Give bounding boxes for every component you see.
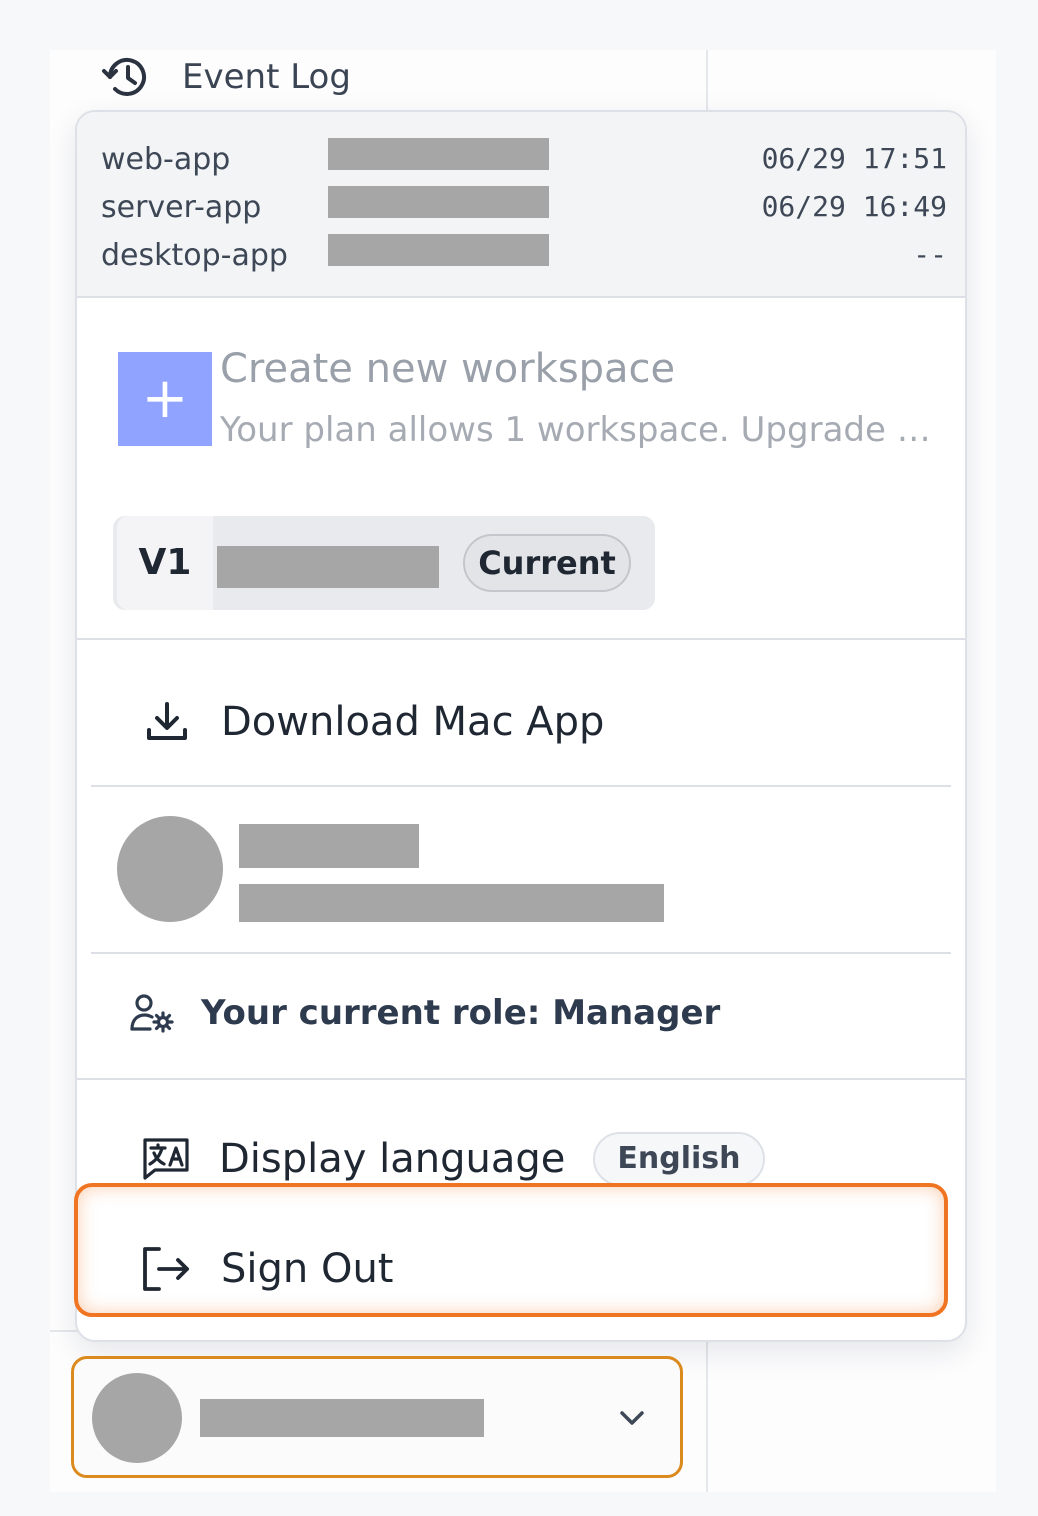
- chevron-right-icon: [965, 1143, 967, 1175]
- app-timestamp: 06/29 16:49: [761, 190, 947, 223]
- sign-out-item[interactable]: Sign Out: [77, 1240, 965, 1298]
- user-switcher-button[interactable]: [71, 1356, 683, 1478]
- sign-out-icon: [141, 1245, 191, 1293]
- redacted-user-name: [200, 1399, 484, 1437]
- redacted-workspace-name: [217, 546, 439, 588]
- redacted-value: [328, 234, 549, 266]
- divider: [91, 952, 951, 954]
- language-badge: English: [593, 1132, 765, 1186]
- divider: [77, 1078, 965, 1080]
- divider: [77, 638, 965, 640]
- avatar: [117, 816, 223, 922]
- avatar: [92, 1373, 182, 1463]
- chevron-down-icon: [618, 1409, 646, 1427]
- display-language-item[interactable]: Display language English: [77, 1128, 967, 1190]
- sign-out-label: Sign Out: [221, 1246, 394, 1292]
- app-row: web-app 06/29 17:51: [77, 138, 965, 184]
- current-badge: Current: [463, 534, 631, 592]
- app-name: web-app: [101, 142, 231, 177]
- event-log-label: Event Log: [182, 57, 351, 97]
- workspace-version-chip[interactable]: V1 Current: [113, 516, 655, 610]
- download-mac-app-item[interactable]: Download Mac App: [77, 686, 965, 758]
- create-workspace-item[interactable]: + Create new workspace Your plan allows …: [77, 298, 965, 498]
- app-timestamp: --: [913, 238, 947, 271]
- app-status-list: web-app 06/29 17:51 server-app 06/29 16:…: [77, 112, 965, 298]
- redacted-user-name: [239, 824, 419, 868]
- create-workspace-subtitle: Your plan allows 1 workspace. Upgrade yo…: [220, 410, 950, 450]
- redacted-user-email: [239, 884, 664, 922]
- translate-icon: [141, 1136, 191, 1182]
- app-row: desktop-app --: [77, 234, 965, 280]
- version-tag: V1: [117, 516, 213, 610]
- user-settings-icon: [129, 992, 175, 1034]
- current-role-label: Your current role: Manager: [201, 993, 721, 1033]
- account-menu-popover: web-app 06/29 17:51 server-app 06/29 16:…: [75, 110, 967, 1342]
- event-log-link[interactable]: Event Log: [100, 50, 351, 104]
- create-workspace-title: Create new workspace: [220, 346, 676, 392]
- app-timestamp: 06/29 17:51: [761, 142, 947, 175]
- app-name: desktop-app: [101, 238, 288, 273]
- download-icon: [145, 700, 189, 744]
- display-language-label: Display language: [219, 1136, 566, 1182]
- divider: [91, 785, 951, 787]
- redacted-value: [328, 186, 549, 218]
- plus-icon: +: [118, 352, 212, 446]
- history-icon: [100, 52, 154, 102]
- app-row: server-app 06/29 16:49: [77, 186, 965, 232]
- current-role-item: Your current role: Manager: [77, 984, 965, 1042]
- app-name: server-app: [101, 190, 262, 225]
- download-mac-app-label: Download Mac App: [221, 699, 605, 745]
- redacted-value: [328, 138, 549, 170]
